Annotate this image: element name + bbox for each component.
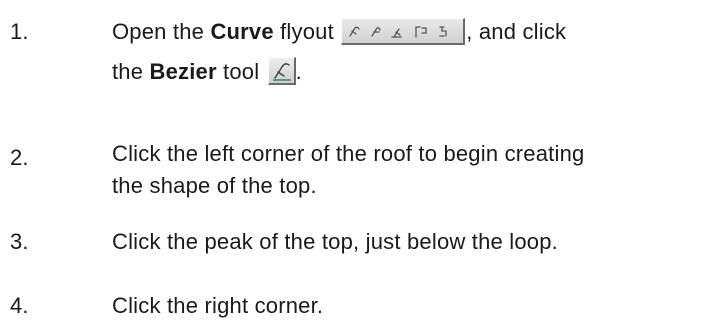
curve-flyout-toolbar-icon <box>341 18 466 45</box>
bold-term-curve: Curve <box>210 19 274 44</box>
text-run: . <box>295 59 302 84</box>
step-text: Click the left corner of the roof to beg… <box>112 138 722 202</box>
step-number: 4. <box>10 293 29 318</box>
step-line: Click the right corner. <box>112 293 324 318</box>
step-line: the shape of the top. <box>112 173 317 198</box>
step-number: 3. <box>10 229 29 254</box>
text-run: tool <box>216 59 260 84</box>
text-run: Open the <box>112 19 211 44</box>
bold-term-bezier: Bezier <box>149 59 217 84</box>
step-number: 2. <box>10 145 29 170</box>
step-line: the Bezier tool . <box>112 52 722 92</box>
instruction-document: 1. Open the Curve flyout , and click the… <box>0 0 728 326</box>
step-number: 1. <box>10 19 29 44</box>
step-text: Click the peak of the top, just below th… <box>112 222 722 262</box>
text-run: , and click <box>466 19 567 44</box>
step-text: Open the Curve flyout , and click the Be… <box>112 12 722 92</box>
step-line: Click the peak of the top, just below th… <box>112 229 558 254</box>
step-text: Click the right corner. <box>112 286 722 326</box>
step-line: Open the Curve flyout , and click <box>112 12 722 52</box>
text-run: the <box>112 59 150 84</box>
bezier-tool-icon <box>267 57 296 85</box>
step-line: Click the left corner of the roof to beg… <box>112 141 585 166</box>
text-run: flyout <box>273 19 334 44</box>
